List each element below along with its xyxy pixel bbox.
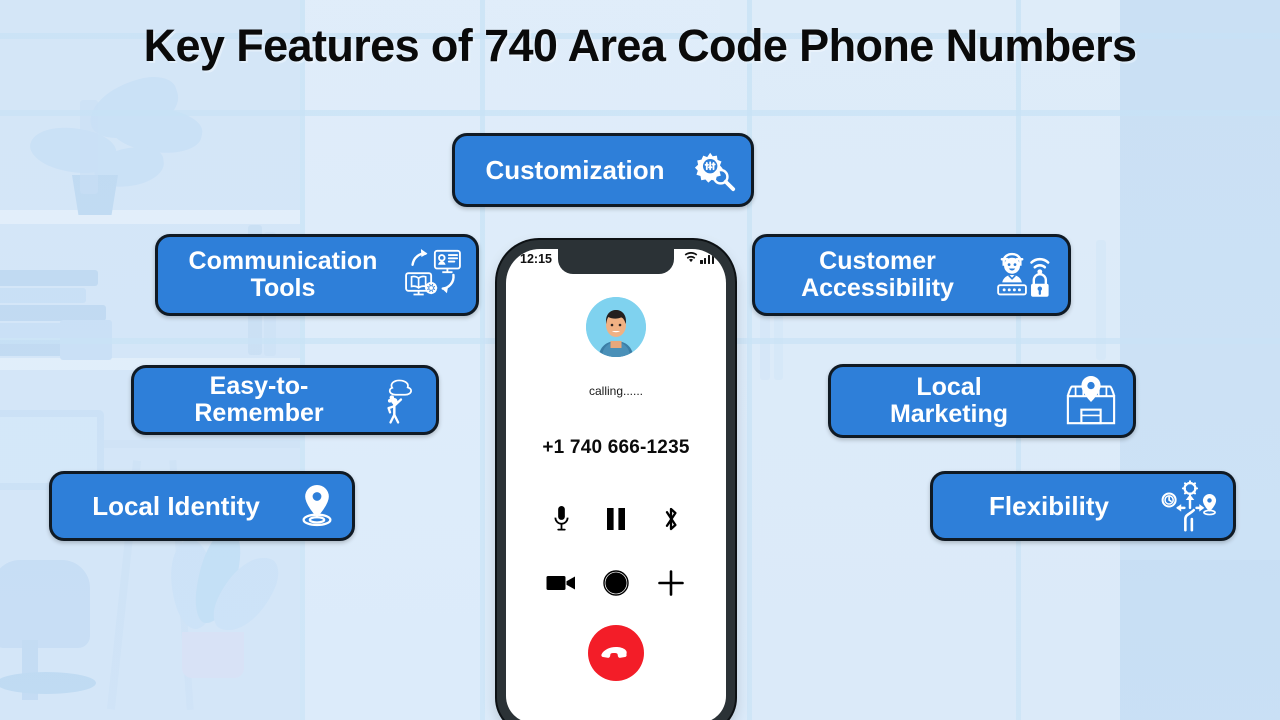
cellular-signal-icon xyxy=(700,252,714,264)
person-thought-bubble-icon xyxy=(380,376,422,424)
user-avatar xyxy=(586,297,646,357)
call-status-text: calling...... xyxy=(588,384,644,398)
badge-local-identity-label: Local Identity xyxy=(92,490,260,521)
video-camera-icon xyxy=(546,576,576,590)
badge-communication-tools-label: Communication Tools xyxy=(188,247,378,302)
branching-arrows-gear-clock-pin-icon xyxy=(1161,480,1219,532)
infographic-canvas: Key Features of 740 Area Code Phone Numb… xyxy=(0,0,1280,720)
gear-wrench-settings-icon xyxy=(691,147,737,193)
record-circle-icon xyxy=(603,570,629,596)
badge-communication-tools[interactable]: Communication Tools xyxy=(155,234,479,316)
pause-icon xyxy=(606,508,625,530)
badge-customization-label: Customization xyxy=(485,154,665,185)
call-phone-number: +1 740 666-1235 xyxy=(542,437,690,458)
hold-button[interactable] xyxy=(596,502,636,536)
badge-customer-accessibility-label: Customer Accessibility xyxy=(801,247,954,302)
monitors-book-gear-icon xyxy=(404,249,462,301)
phone-screen: 12:15 calling...... +1 740 666-1235 xyxy=(506,249,726,720)
microphone-icon xyxy=(554,506,569,531)
end-call-button[interactable] xyxy=(588,625,644,681)
badge-local-marketing[interactable]: Local Marketing xyxy=(828,364,1136,438)
badge-local-marketing-label: Local Marketing xyxy=(889,373,1009,428)
phone-notch xyxy=(558,249,674,274)
person-wifi-lock-icon xyxy=(996,250,1054,300)
bluetooth-icon xyxy=(665,507,677,531)
badge-customer-accessibility[interactable]: Customer Accessibility xyxy=(752,234,1071,316)
plus-icon xyxy=(657,570,684,596)
bluetooth-button[interactable] xyxy=(651,502,691,536)
record-button[interactable] xyxy=(596,566,636,600)
badge-customization[interactable]: Customization xyxy=(452,133,754,207)
call-controls xyxy=(534,502,698,600)
page-title: Key Features of 740 Area Code Phone Numb… xyxy=(143,20,1137,71)
phone-mockup: 12:15 calling...... +1 740 666-1235 xyxy=(497,240,735,720)
mute-button[interactable] xyxy=(541,502,581,536)
badge-flexibility-label: Flexibility xyxy=(989,490,1109,521)
wifi-icon xyxy=(684,252,698,263)
video-button[interactable] xyxy=(541,566,581,600)
map-pin-icon xyxy=(296,483,338,529)
badge-flexibility[interactable]: Flexibility xyxy=(930,471,1236,541)
status-bar-time: 12:15 xyxy=(520,252,552,266)
badge-easy-to-remember[interactable]: Easy-to- Remember xyxy=(131,365,439,435)
add-call-button[interactable] xyxy=(651,566,691,600)
status-bar-icons xyxy=(684,252,714,264)
badge-easy-to-remember-label: Easy-to- Remember xyxy=(194,372,324,427)
hangup-phone-icon xyxy=(601,647,627,658)
badge-local-identity[interactable]: Local Identity xyxy=(49,471,355,541)
storefront-pin-icon xyxy=(1063,375,1119,427)
